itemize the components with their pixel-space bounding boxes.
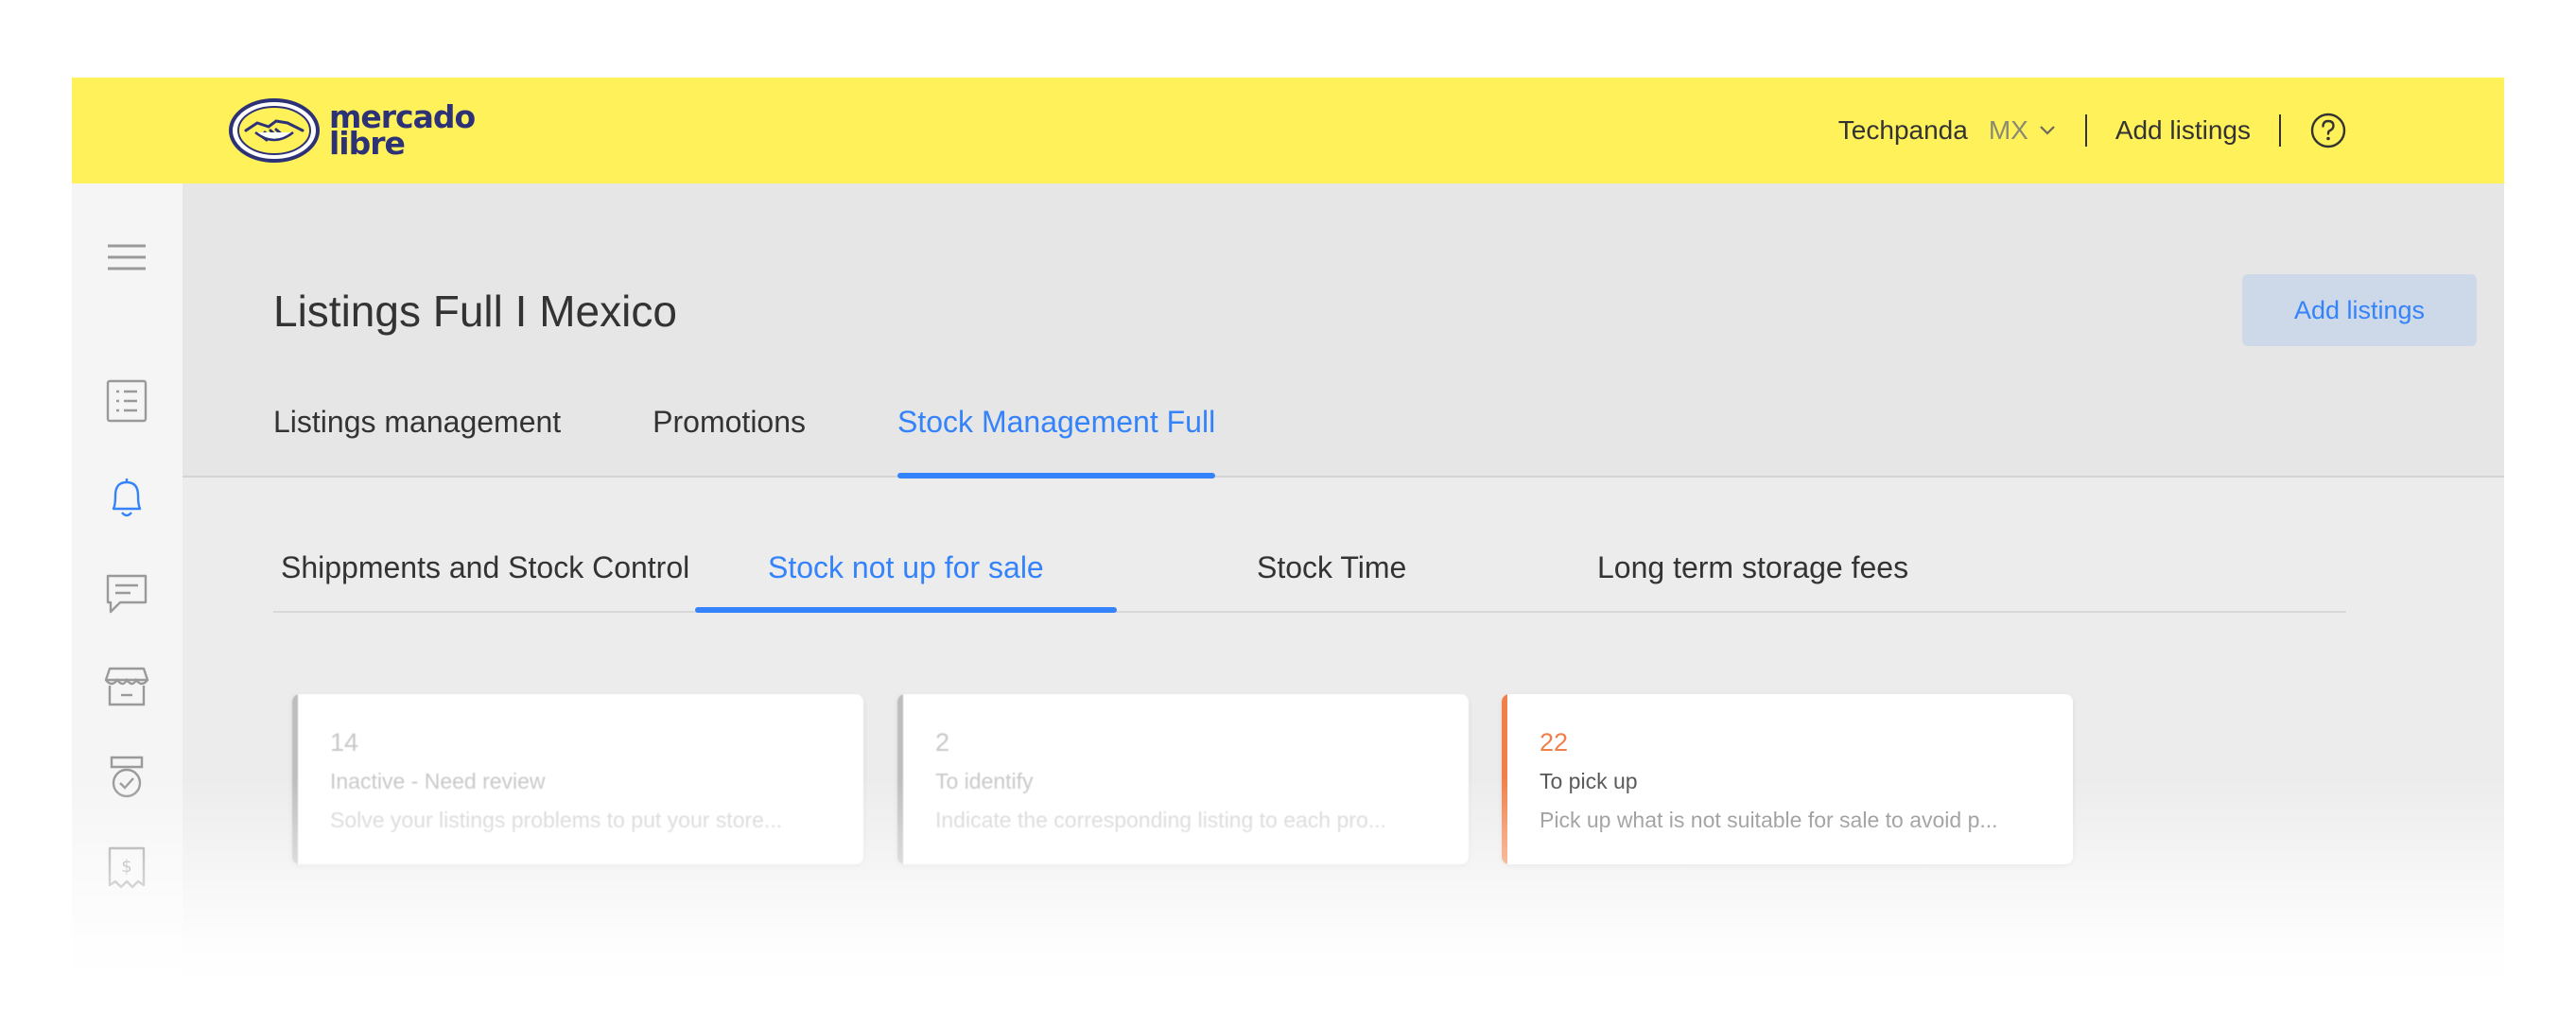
handshake-logo-icon — [229, 98, 320, 163]
card-stripe — [897, 694, 903, 864]
main-tabs: Listings management Promotions Stock Man… — [273, 395, 1307, 479]
active-subtab-indicator — [695, 607, 1117, 613]
top-right-menu: Techpanda MX Add listings — [1838, 78, 2347, 183]
account-name[interactable]: Techpanda — [1838, 115, 1968, 146]
bell-icon[interactable] — [104, 475, 149, 520]
page-title: Listings Full I Mexico — [273, 287, 677, 336]
card-stripe — [292, 694, 298, 864]
menu-icon[interactable] — [104, 235, 149, 280]
top-add-listings-link[interactable]: Add listings — [2115, 115, 2251, 146]
card-stripe — [1502, 694, 1507, 864]
store-icon[interactable] — [104, 664, 149, 709]
card-count: 2 — [935, 728, 950, 757]
divider — [2279, 114, 2281, 147]
card-description: Indicate the corresponding listing to ea… — [935, 808, 1386, 832]
card-inactive-need-review[interactable]: 14 Inactive - Need review Solve your lis… — [292, 694, 863, 864]
tab-promotions[interactable]: Promotions — [653, 395, 806, 478]
divider — [2084, 114, 2087, 147]
top-bar: mercado libre Techpanda MX Add listings — [72, 78, 2504, 183]
list-icon[interactable] — [104, 378, 149, 424]
subtab-stock-time[interactable]: Stock Time — [1257, 550, 1406, 613]
tab-listings-management[interactable]: Listings management — [273, 395, 561, 478]
chevron-down-icon[interactable] — [2038, 124, 2057, 137]
app-frame: mercado libre Techpanda MX Add listings — [72, 78, 2504, 985]
card-description: Pick up what is not suitable for sale to… — [1540, 808, 1998, 832]
card-to-pick-up[interactable]: 22 To pick up Pick up what is not suitab… — [1502, 694, 2073, 864]
page-header: Listings Full I Mexico Add listings List… — [183, 183, 2504, 479]
badge-icon[interactable] — [104, 755, 149, 800]
sub-tabs: Shippments and Stock Control Stock not u… — [273, 550, 2346, 613]
receipt-icon[interactable]: $ — [104, 845, 149, 891]
card-title: Inactive - Need review — [330, 769, 546, 793]
card-count: 22 — [1540, 728, 1569, 757]
subtab-long-term-storage-fees[interactable]: Long term storage fees — [1597, 550, 1908, 613]
card-to-identify[interactable]: 2 To identify Indicate the corresponding… — [897, 694, 1469, 864]
subtab-shipments-stock-control[interactable]: Shippments and Stock Control — [281, 550, 689, 613]
help-icon[interactable] — [2309, 112, 2347, 149]
brand-wordmark: mercado libre — [329, 101, 476, 159]
card-count: 14 — [330, 728, 359, 757]
svg-text:$: $ — [121, 857, 131, 877]
chat-icon[interactable] — [104, 571, 149, 617]
mercadolibre-logo[interactable]: mercado libre — [229, 98, 476, 163]
tab-stock-management-full[interactable]: Stock Management Full — [897, 395, 1216, 479]
card-description: Solve your listings problems to put your… — [330, 808, 783, 832]
add-listings-button[interactable]: Add listings — [2242, 274, 2477, 346]
sidebar: $ — [72, 183, 183, 985]
subtab-stock-not-for-sale[interactable]: Stock not up for sale — [768, 550, 1044, 613]
country-selector[interactable]: MX — [1989, 115, 2028, 146]
card-title: To pick up — [1540, 769, 1638, 793]
card-title: To identify — [935, 769, 1034, 793]
